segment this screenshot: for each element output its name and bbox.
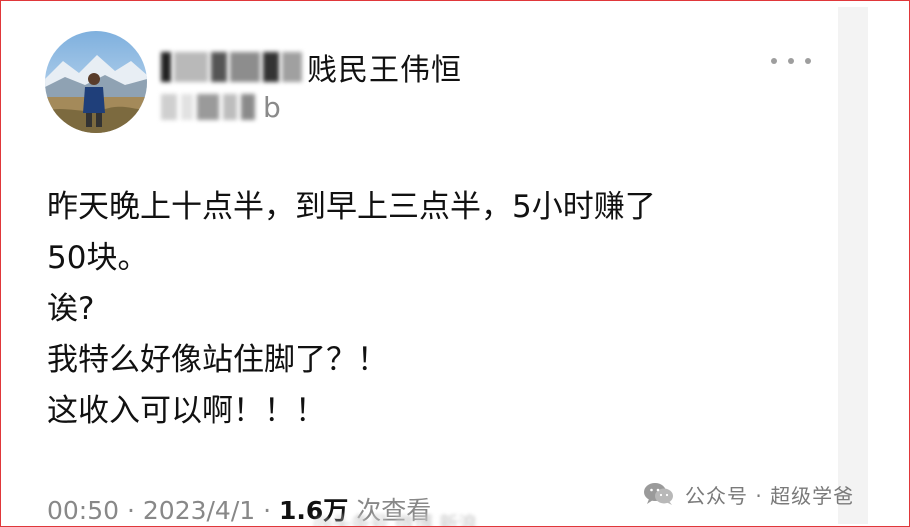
post-line: 这收入可以啊！！！ [47,393,326,429]
post-line: 诶? [47,291,95,327]
post-time: 00:50 [47,496,120,525]
post-date: 2023/4/1 [142,496,256,525]
censored-name-part [211,52,227,82]
source-watermark: @头条号 微博 新浪 [313,513,478,527]
side-strip [838,7,868,524]
censored-name-part [161,52,171,82]
more-dot-icon [805,58,811,64]
wechat-account-label: 公众号 · 超级学爸 [685,483,855,508]
username: 贱民王伟恒 [307,53,462,88]
avatar[interactable] [45,31,147,133]
user-subtitle: b [161,89,281,125]
wechat-account-mark: 公众号 · 超级学爸 [643,479,854,509]
avatar-image [45,31,147,133]
censored-subtitle-part [197,94,219,120]
meta-separator: · [119,496,143,525]
censored-name-part [263,52,279,82]
censored-subtitle-part [241,94,255,120]
username-row[interactable]: 贱民王伟恒 [161,47,462,88]
more-options-button[interactable] [771,51,811,71]
more-dot-icon [771,58,777,64]
post-line: 昨天晚上十点半，到早上三点半，5小时赚了 [47,189,656,225]
censored-subtitle-part [161,94,177,120]
censored-name-part [282,52,302,82]
post-card: 贱民王伟恒 b 昨天晚上十点半，到早上三点半，5小时赚了 50块。 诶? 我特么… [7,7,838,525]
wechat-icon [644,483,673,505]
post-line: 我特么好像站住脚了？！ [47,342,388,378]
subtitle-suffix: b [263,90,281,124]
post-line: 50块。 [47,240,149,276]
meta-separator: · [255,496,280,525]
censored-subtitle-part [223,94,237,120]
more-dot-icon [788,58,794,64]
censored-subtitle-part [181,94,193,120]
censored-name-part [174,52,208,82]
screenshot-frame: 贱民王伟恒 b 昨天晚上十点半，到早上三点半，5小时赚了 50块。 诶? 我特么… [0,0,910,527]
post-body: 昨天晚上十点半，到早上三点半，5小时赚了 50块。 诶? 我特么好像站住脚了？！… [47,182,827,437]
censored-name-part [230,52,260,82]
